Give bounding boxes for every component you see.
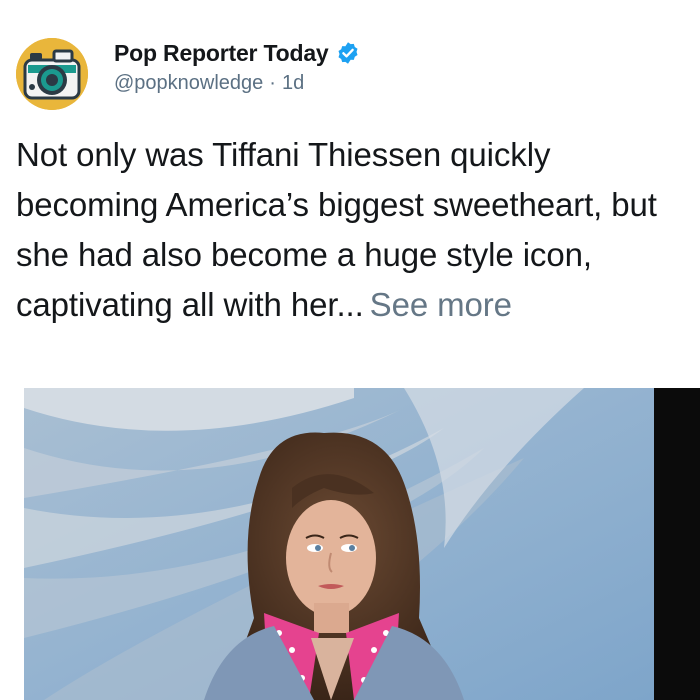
meta-row: @popknowledge · 1d xyxy=(114,72,304,95)
post-media[interactable] xyxy=(24,388,654,700)
display-name[interactable]: Pop Reporter Today xyxy=(114,40,329,67)
camera-icon xyxy=(16,38,88,110)
post-text-block: Not only was Tiffani Thiessen quickly be… xyxy=(16,130,686,330)
see-more-link[interactable]: See more xyxy=(370,286,512,323)
post-age[interactable]: 1d xyxy=(282,72,304,95)
media-right-border xyxy=(654,388,700,700)
post-header: Pop Reporter Today @popknowledge · 1d xyxy=(16,28,676,110)
account-handle[interactable]: @popknowledge xyxy=(114,72,263,95)
verified-badge-icon xyxy=(338,42,357,64)
post-text: Not only was Tiffani Thiessen quickly be… xyxy=(16,136,657,323)
media-left-border xyxy=(0,388,24,700)
social-post: Pop Reporter Today @popknowledge · 1d Not … xyxy=(0,0,700,700)
account-avatar[interactable] xyxy=(16,38,88,110)
name-row: Pop Reporter Today xyxy=(114,38,360,68)
meta-separator: · xyxy=(269,72,276,94)
post-photo xyxy=(24,388,654,700)
